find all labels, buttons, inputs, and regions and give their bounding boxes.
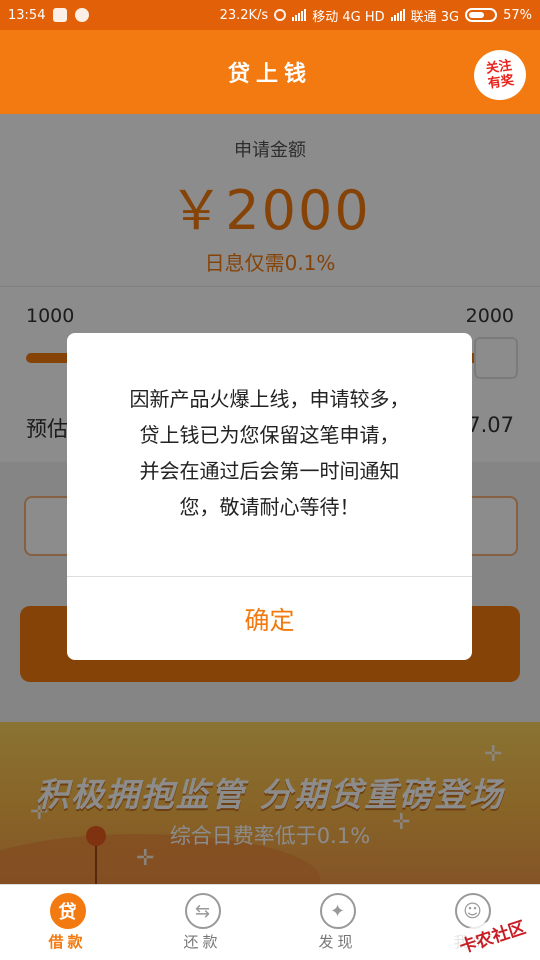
dialog-line: 因新产品火爆上线，申请较多， bbox=[129, 387, 410, 411]
compass-icon: ✦ bbox=[319, 893, 356, 929]
network-speed: 23.2K/s bbox=[219, 7, 269, 23]
follow-reward-badge[interactable]: 关注 有奖 bbox=[470, 46, 530, 104]
carrier-1: 移动 4G HD bbox=[312, 9, 385, 25]
browser-icon bbox=[75, 8, 90, 22]
dialog-line: 贷上钱已为您保留这笔申请， bbox=[139, 423, 400, 447]
battery-icon bbox=[465, 8, 498, 22]
battery-level: 57% bbox=[503, 7, 532, 23]
confirm-button[interactable]: 确定 bbox=[67, 577, 472, 660]
notice-dialog: 因新产品火爆上线，申请较多， 贷上钱已为您保留这笔申请， 并会在通过后会第一时间… bbox=[67, 333, 472, 660]
dialog-line: 您，敬请耐心等待！ bbox=[179, 495, 360, 519]
badge-line-2: 有奖 bbox=[487, 73, 515, 92]
signal-icon-2 bbox=[390, 9, 405, 21]
app-header: 贷上钱 关注 有奖 bbox=[0, 30, 540, 114]
status-bar: 13:54 23.2K/s 移动 4G HD 联通 3G 57% bbox=[0, 0, 540, 30]
alarm-icon bbox=[274, 9, 287, 21]
carrier-2: 联通 3G bbox=[410, 9, 460, 25]
dialog-message: 因新产品火爆上线，申请较多， 贷上钱已为您保留这笔申请， 并会在通过后会第一时间… bbox=[67, 381, 472, 525]
dialog-line: 并会在通过后会第一时间通知 bbox=[139, 459, 400, 483]
tab-label: 借款 bbox=[48, 933, 87, 951]
notification-icon bbox=[53, 8, 68, 22]
tab-2[interactable]: ✦ 发现 bbox=[270, 885, 405, 960]
loan-icon: 贷 bbox=[49, 893, 86, 929]
status-time: 13:54 bbox=[8, 7, 46, 23]
tab-1[interactable]: ⇆ 还款 bbox=[135, 885, 270, 960]
tab-0[interactable]: 贷借款 bbox=[0, 885, 135, 960]
page-title: 贷上钱 bbox=[227, 62, 312, 87]
signal-icon bbox=[292, 9, 307, 21]
repay-icon: ⇆ bbox=[184, 893, 221, 929]
tab-label: 还款 bbox=[183, 933, 222, 951]
tab-label: 发现 bbox=[318, 933, 357, 951]
